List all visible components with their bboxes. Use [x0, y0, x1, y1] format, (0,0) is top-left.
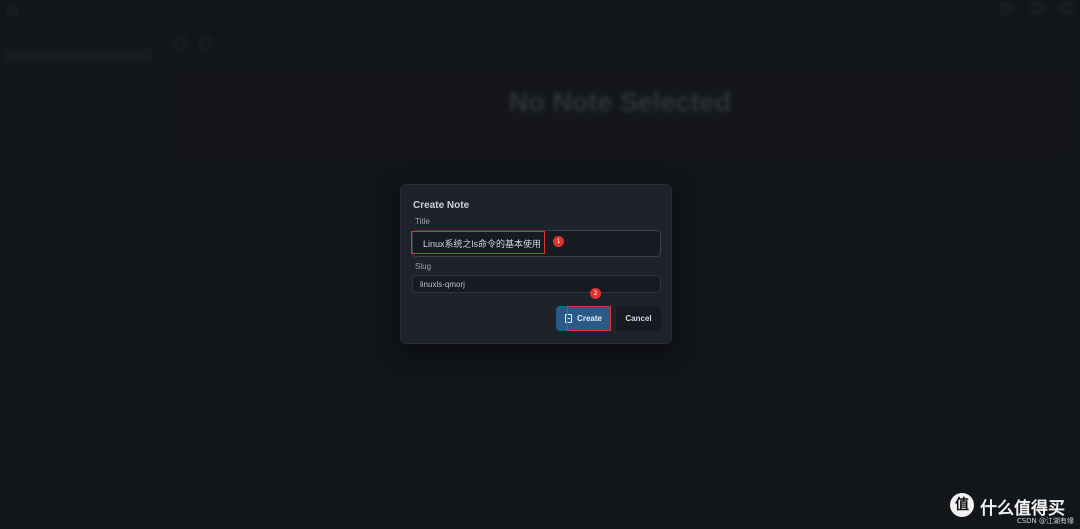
create-button[interactable]: Create	[556, 306, 611, 331]
new-document-icon	[565, 314, 573, 323]
dialog-title: Create Note	[413, 200, 470, 211]
annotation-step-1: 1	[553, 236, 564, 247]
watermark-logo-icon: 值	[950, 493, 974, 517]
create-button-label: Create	[577, 314, 602, 323]
watermark-credit: CSDN @江湖有缘	[1016, 517, 1074, 525]
create-note-dialog: Create Note Title Slug Create Cancel	[400, 184, 672, 344]
cancel-button[interactable]: Cancel	[616, 306, 661, 331]
slug-input[interactable]	[412, 275, 661, 293]
slug-label: Slug	[415, 262, 432, 271]
annotation-step-2: 2	[590, 288, 601, 299]
title-input[interactable]	[412, 230, 661, 257]
title-label: Title	[415, 217, 430, 226]
